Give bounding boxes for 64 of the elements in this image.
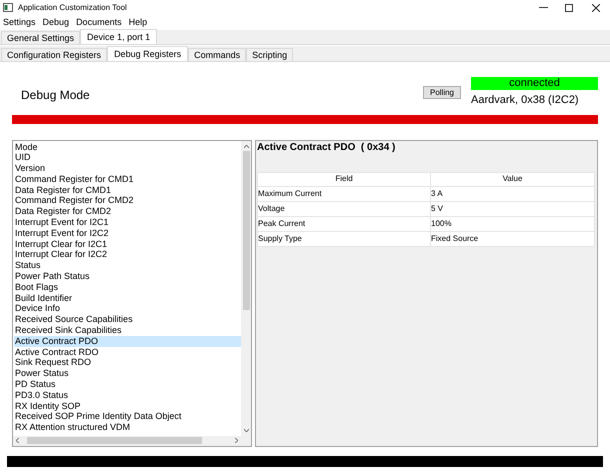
list-item[interactable]: Sink Request RDO [14,357,241,368]
list-item[interactable]: Interrupt Clear for I2C1 [14,238,241,250]
tab[interactable]: Device 1, port 1 [80,29,158,44]
table-cell: Maximum Current [258,186,430,201]
list-item[interactable]: RX Attention structured VDM [14,422,241,434]
tab[interactable]: Scripting [246,48,294,61]
list-item[interactable]: Received Sink Capabilities [14,325,241,336]
app-icon [3,3,13,12]
list-item[interactable]: Command Register for CMD1 [14,174,241,185]
list-item[interactable]: Version [14,163,241,174]
list-item[interactable]: RX Identity SOP [14,400,241,412]
list-item[interactable]: Boot Flags [14,282,241,293]
list-item[interactable]: Device Info [14,303,241,314]
table-cell: Voltage [258,201,430,216]
list-item[interactable]: Data Register for CMD2 [14,206,241,218]
tab[interactable]: Debug Registers [107,46,188,61]
list-item[interactable]: UID [14,152,241,164]
list-item[interactable]: Interrupt Event for I2C2 [14,228,241,239]
list-item[interactable]: Data Register for CMD1 [14,184,241,196]
connection-status: connected [471,77,598,90]
list-item[interactable]: Active Contract RDO [14,346,241,358]
mode-title: Debug Mode [21,87,90,104]
horizontal-scrollbar[interactable] [13,436,241,446]
table-cell: Fixed Source [430,231,594,246]
table-cell: Peak Current [258,216,430,231]
list-item[interactable]: Status [14,260,241,272]
menu-item[interactable]: Help [126,16,150,30]
close-icon[interactable] [592,4,600,12]
table-cell: Supply Type [258,231,430,246]
list-item[interactable]: Mode [14,142,241,152]
list-item[interactable]: Received SOP Prime Identity Data Object [14,411,241,422]
menu-item[interactable]: Debug [40,16,72,30]
register-title: Active Contract PDO ( 0x34 ) [256,140,396,154]
scroll-thumb[interactable] [242,150,250,310]
vertical-scrollbar[interactable] [241,140,251,446]
column-header[interactable]: Field [258,172,430,186]
scroll-down-icon[interactable] [244,428,248,432]
scroll-up-icon[interactable] [244,144,248,148]
list-item[interactable]: Power Status [14,368,241,380]
scroll-thumb[interactable] [27,437,202,444]
scroll-left-icon[interactable] [16,438,19,443]
window-title: Application Customization Tool [18,2,127,14]
list-item[interactable]: Active Contract PDO [14,336,241,347]
list-item[interactable]: Power Path Status [14,271,241,282]
list-item[interactable]: Command Register for CMD2 [14,195,241,206]
list-item[interactable]: PD3.0 Status [14,390,241,401]
list-item[interactable]: Received Source Capabilities [14,314,241,326]
table-cell: 3 A [430,186,594,201]
adapter-label: Aardvark, 0x38 (I2C2) [471,93,580,108]
list-item[interactable]: Interrupt Clear for I2C2 [14,249,241,260]
tab[interactable]: General Settings [1,31,80,44]
list-item[interactable]: Build Identifier [14,292,241,304]
maximize-icon[interactable] [565,4,573,12]
scroll-right-icon[interactable] [235,438,238,443]
list-item[interactable]: PD Status [14,379,241,390]
tab[interactable]: Commands [188,48,246,61]
menu-item[interactable]: Documents [74,16,124,30]
table-cell: 100% [430,216,594,231]
table-cell: 5 V [430,201,594,216]
column-header[interactable]: Value [430,172,594,186]
list-item[interactable]: Interrupt Event for I2C1 [14,217,241,228]
menu-item[interactable]: Settings [1,16,38,30]
tab[interactable]: Configuration Registers [1,48,108,61]
polling-button[interactable]: Polling [422,86,461,99]
